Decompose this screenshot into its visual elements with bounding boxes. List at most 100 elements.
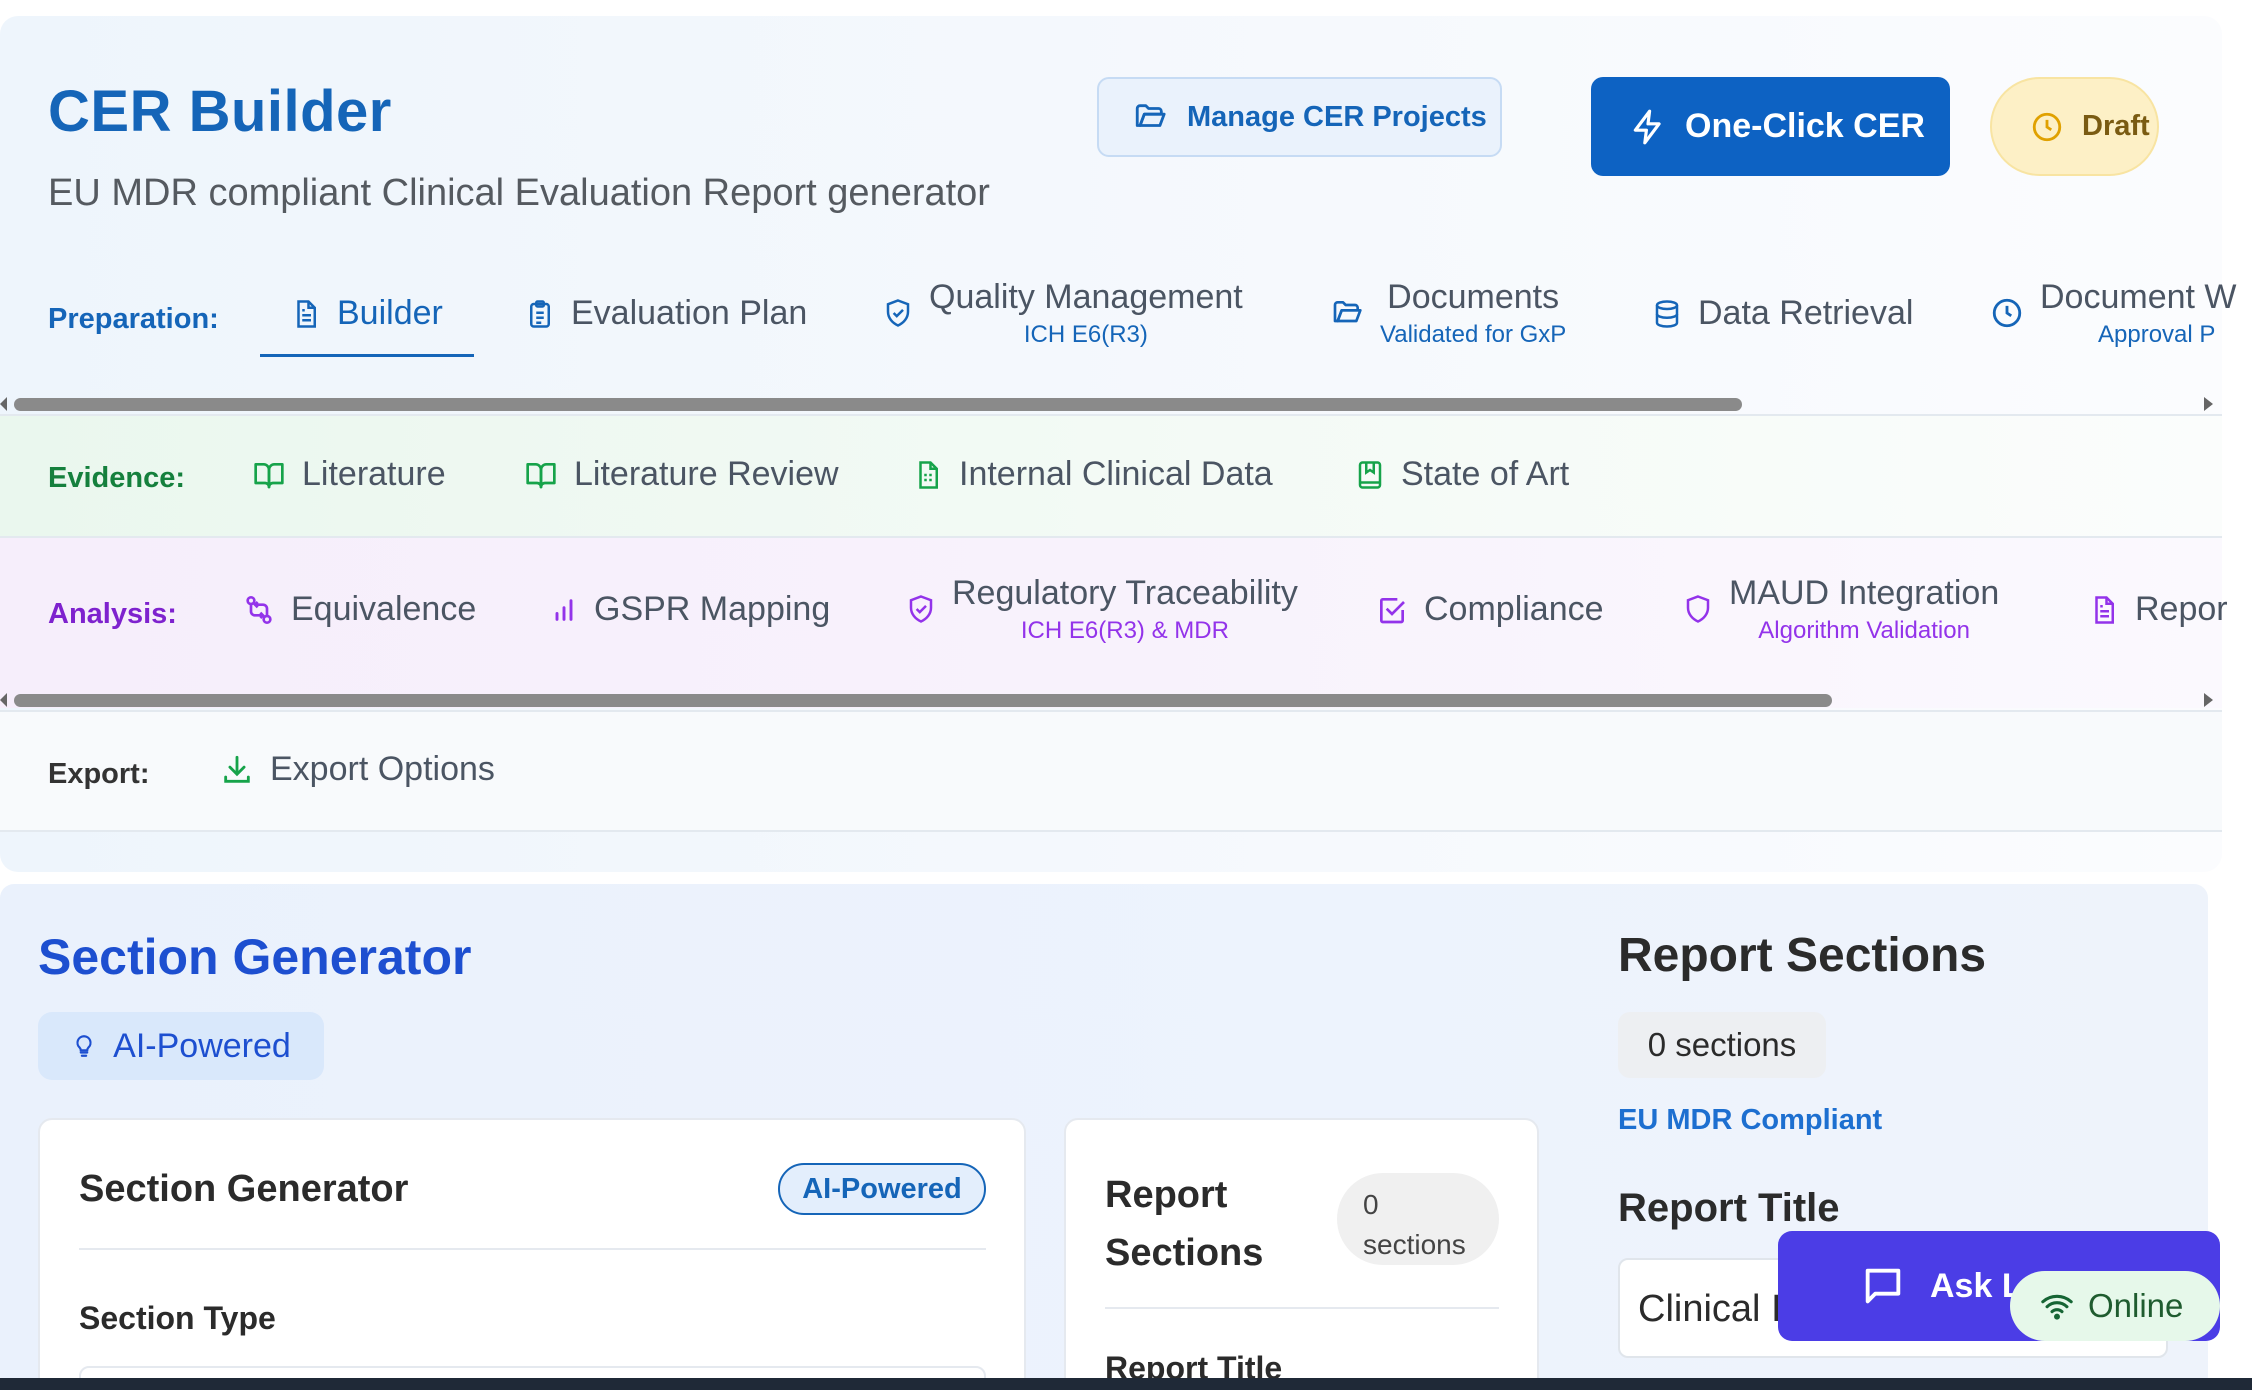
report-sections-heading: Report Sections <box>1618 929 1987 982</box>
tab-regulatory-traceability-label: Regulatory Traceability <box>952 574 1298 612</box>
tab-internal-clinical-data-label: Internal Clinical Data <box>959 455 1273 493</box>
shield-icon <box>1683 592 1713 626</box>
tab-data-retrieval-label: Data Retrieval <box>1698 294 1914 332</box>
tab-gspr-mapping-label: GSPR Mapping <box>594 590 831 628</box>
page-title: CER Builder <box>48 79 392 144</box>
tab-regulatory-traceability[interactable]: Regulatory Traceability ICH E6(R3) & MDR <box>906 574 1298 644</box>
divider <box>79 1248 986 1250</box>
export-row-label: Export: <box>48 758 150 790</box>
tab-document-workflow-label: Document W <box>2040 278 2237 316</box>
tab-builder[interactable]: Builder <box>291 294 443 333</box>
tab-report[interactable]: Repor <box>2089 590 2228 629</box>
ai-powered-tag: AI-Powered <box>778 1163 986 1215</box>
file-spreadsheet-icon <box>913 458 943 492</box>
tab-gspr-mapping[interactable]: GSPR Mapping <box>550 590 830 629</box>
clock-icon <box>1990 296 2024 330</box>
scroll-left-arrow-icon[interactable] <box>0 693 7 707</box>
tab-regulatory-traceability-sublabel: ICH E6(R3) & MDR <box>1020 616 1229 644</box>
sections-count-unit: sections <box>1363 1229 1466 1260</box>
scroll-right-arrow-icon[interactable] <box>2204 397 2213 411</box>
ai-powered-badge: AI-Powered <box>38 1012 324 1080</box>
report-title-value: Clinical I <box>1638 1288 1782 1330</box>
book-open-icon <box>252 459 286 491</box>
tab-document-workflow[interactable]: Document W Approval P <box>1990 278 2237 348</box>
tab-literature-review-label: Literature Review <box>574 455 839 493</box>
report-title-heading: Report Title <box>1618 1186 1840 1230</box>
check-square-icon <box>1376 593 1408 627</box>
file-text-icon <box>291 297 321 331</box>
evidence-row-label: Evidence: <box>48 462 185 494</box>
clipboard-list-icon <box>525 297 555 331</box>
sections-count-pill: 0 sections <box>1618 1012 1826 1078</box>
preparation-scroll-thumb[interactable] <box>14 398 1742 411</box>
manage-cer-projects-label: Manage CER Projects <box>1187 100 1487 133</box>
tab-literature-review[interactable]: Literature Review <box>524 455 839 494</box>
divider <box>0 830 2222 832</box>
tab-internal-clinical-data[interactable]: Internal Clinical Data <box>913 455 1273 494</box>
scroll-left-arrow-icon[interactable] <box>0 397 7 411</box>
git-compare-icon <box>243 593 275 627</box>
analysis-scroll-thumb[interactable] <box>14 694 1832 707</box>
window-bottom-edge <box>0 1378 2252 1390</box>
analysis-scrollbar[interactable] <box>0 688 2222 710</box>
message-square-icon <box>1860 1263 1906 1309</box>
draft-status-badge[interactable]: Draft <box>1990 77 2159 176</box>
folder-open-icon <box>1131 100 1169 134</box>
file-text-icon <box>2089 593 2119 627</box>
preparation-row-label: Preparation: <box>48 303 219 335</box>
scroll-right-arrow-icon[interactable] <box>2204 693 2213 707</box>
report-sections-card-title: Report Sections <box>1105 1166 1263 1282</box>
eu-mdr-compliant-link[interactable]: EU MDR Compliant <box>1618 1104 1882 1137</box>
section-generator-card <box>38 1118 1026 1390</box>
tab-quality-management[interactable]: Quality Management ICH E6(R3) <box>883 278 1243 348</box>
preparation-scrollbar[interactable] <box>0 392 2222 414</box>
tab-document-workflow-sublabel: Approval P <box>2098 320 2216 348</box>
tab-maud-integration-sublabel: Algorithm Validation <box>1758 616 1970 644</box>
tab-state-of-art[interactable]: State of Art <box>1355 455 1569 494</box>
tab-documents-sublabel: Validated for GxP <box>1380 320 1567 348</box>
book-open-icon <box>524 459 558 491</box>
tab-quality-management-sublabel: ICH E6(R3) <box>1023 320 1148 348</box>
sections-count-badge: 0 sections <box>1337 1173 1499 1265</box>
bookmark-book-icon <box>1355 458 1385 492</box>
tab-maud-integration-label: MAUD Integration <box>1729 574 2000 612</box>
tab-export-options-label: Export Options <box>270 750 495 788</box>
tab-maud-integration[interactable]: MAUD Integration Algorithm Validation <box>1683 574 2000 644</box>
tab-equivalence[interactable]: Equivalence <box>243 590 476 629</box>
section-type-label: Section Type <box>79 1300 276 1336</box>
report-sections-card-title-line2: Sections <box>1105 1232 1264 1274</box>
tab-documents[interactable]: Documents Validated for GxP <box>1330 279 1567 348</box>
active-tab-indicator <box>260 354 474 357</box>
clock-icon <box>2030 110 2064 144</box>
tab-evaluation-plan-label: Evaluation Plan <box>571 294 808 332</box>
analysis-row-label: Analysis: <box>48 598 177 630</box>
tab-literature[interactable]: Literature <box>252 455 446 494</box>
tab-literature-label: Literature <box>302 455 446 493</box>
tab-compliance[interactable]: Compliance <box>1376 590 1604 629</box>
bar-chart-icon <box>550 593 578 627</box>
lightning-icon <box>1629 107 1667 147</box>
online-status-label: Online <box>2088 1287 2184 1324</box>
tab-quality-management-label: Quality Management <box>929 278 1243 316</box>
wifi-icon <box>2038 1289 2076 1323</box>
tab-builder-label: Builder <box>337 294 443 332</box>
sections-count-number: 0 <box>1363 1189 1379 1220</box>
manage-cer-projects-button[interactable]: Manage CER Projects <box>1097 77 1502 157</box>
tab-data-retrieval[interactable]: Data Retrieval <box>1652 294 1913 333</box>
tab-export-options[interactable]: Export Options <box>220 750 495 789</box>
database-icon <box>1652 297 1682 331</box>
report-sections-card-title-line1: Report <box>1105 1174 1228 1216</box>
tab-compliance-label: Compliance <box>1424 590 1604 628</box>
tab-equivalence-label: Equivalence <box>291 590 477 628</box>
lightbulb-icon <box>71 1029 97 1063</box>
draft-status-label: Draft <box>2082 110 2150 142</box>
tab-evaluation-plan[interactable]: Evaluation Plan <box>525 294 807 333</box>
page-subtitle: EU MDR compliant Clinical Evaluation Rep… <box>48 172 990 214</box>
one-click-cer-label: One-Click CER <box>1685 107 1925 145</box>
online-status-badge: Online <box>2010 1271 2220 1341</box>
folder-open-icon <box>1330 297 1364 329</box>
one-click-cer-button[interactable]: One-Click CER <box>1591 77 1950 176</box>
tab-state-of-art-label: State of Art <box>1401 455 1570 493</box>
section-generator-card-title: Section Generator <box>79 1168 409 1210</box>
ai-powered-badge-label: AI-Powered <box>113 1026 291 1065</box>
